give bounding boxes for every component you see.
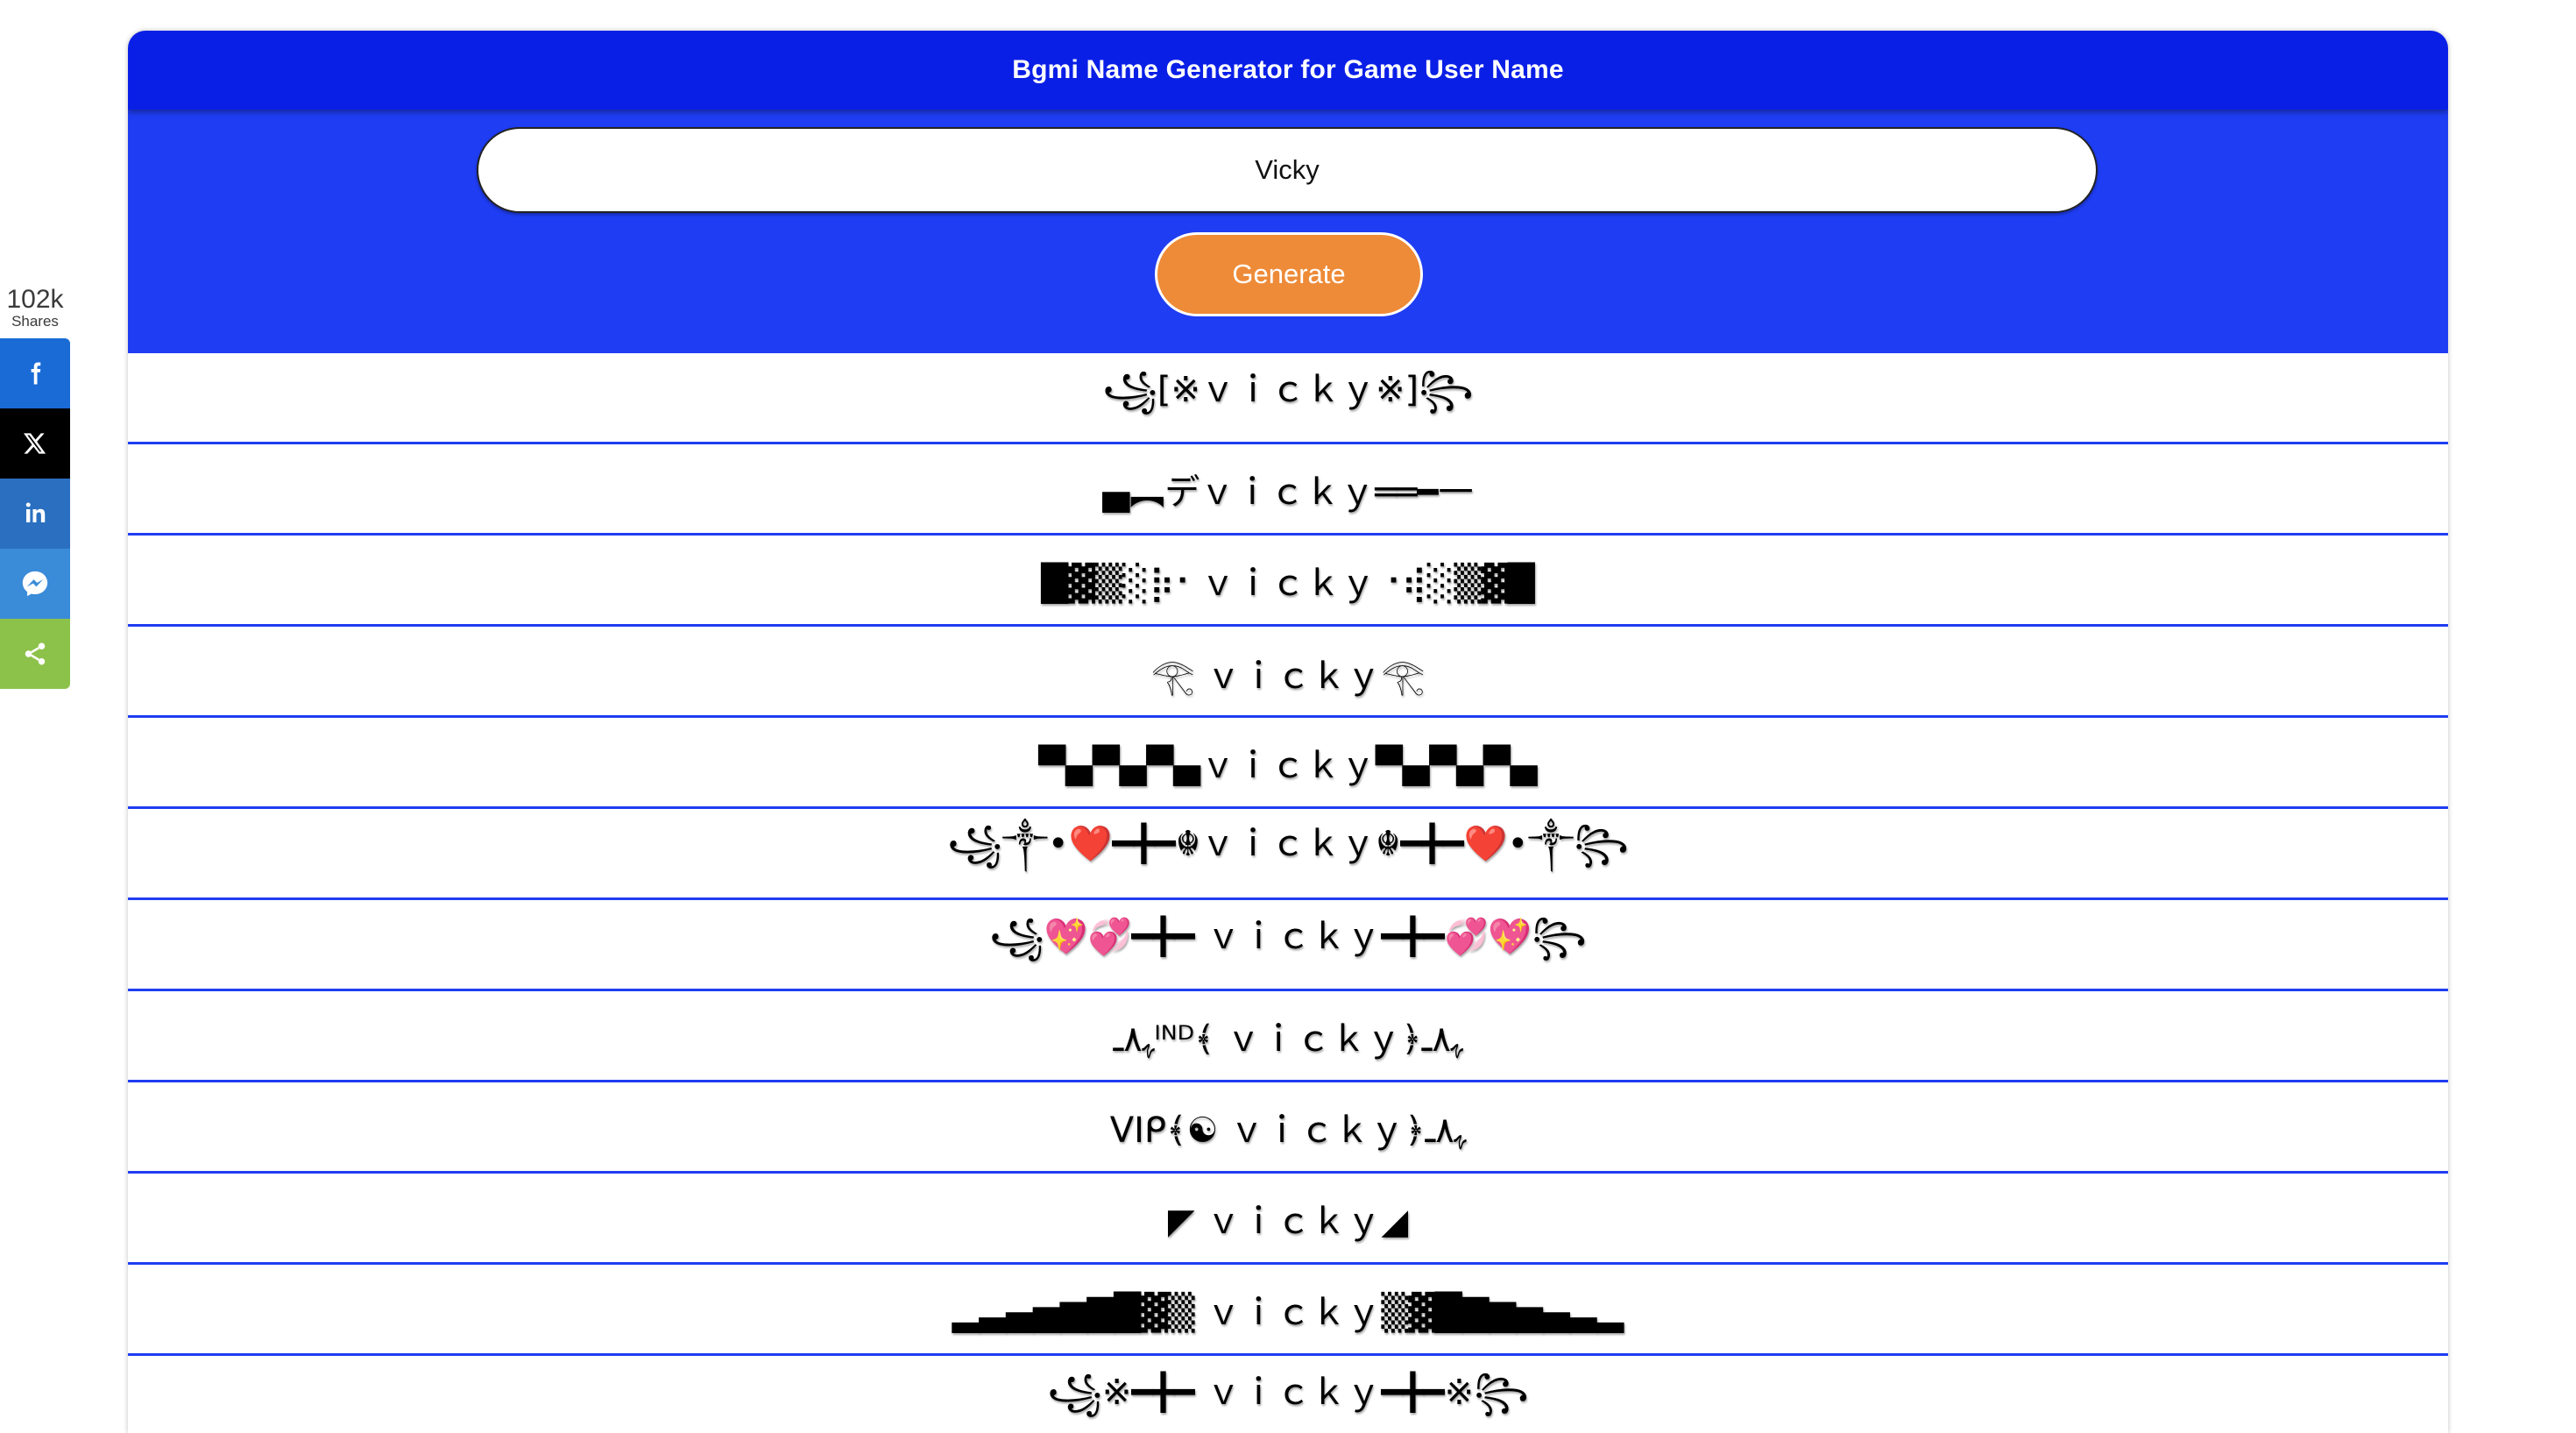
generator-form: Generate [128, 110, 2448, 353]
result-name[interactable]: ꧁※━╋━ ｖｉｃｋｙ━╋━※꧂ [128, 1356, 2448, 1433]
result-name[interactable]: ꧁💖💞━╋━ ｖｉｃｋｙ━╋━💞💖꧂ [128, 900, 2448, 991]
sharethis-share-button[interactable] [0, 619, 70, 689]
share-count-number: 102k [6, 285, 64, 314]
share-bar: 102k Shares [0, 286, 70, 689]
share-count: 102k Shares [0, 286, 70, 330]
result-name[interactable]: ꧁[※ｖｉｃｋｙ※]꧂ [128, 353, 2448, 444]
page-title: Bgmi Name Generator for Game User Name [128, 31, 2448, 110]
result-name[interactable]: ꧁༒•❤️━╋━☬ｖｉｃｋｙ☬━╋━❤️•༒꧂ [128, 809, 2448, 900]
share-count-label: Shares [11, 313, 59, 330]
messenger-icon [22, 571, 48, 597]
generator-card: Bgmi Name Generator for Game User Name G… [128, 31, 2448, 1433]
result-name[interactable]: ◤ ｖｉｃｋｙ◢ [128, 1174, 2448, 1265]
share-icon [25, 642, 46, 665]
name-input[interactable] [477, 127, 2098, 213]
linkedin-icon [25, 502, 46, 522]
generate-button[interactable]: Generate [1155, 232, 1423, 316]
results-list: ꧁[※ｖｉｃｋｙ※]꧂ ▄︻デｖｉｃｋｙ══━一 █▓▒░⡷⠂ｖｉｃｋｙ⠐⢾░▒… [128, 353, 2448, 1433]
x-share-button[interactable] [0, 408, 70, 479]
result-name[interactable]: ▀▄▀▄▀▄ｖｉｃｋｙ▀▄▀▄▀▄ [128, 718, 2448, 809]
facebook-share-button[interactable] [0, 338, 70, 408]
messenger-share-button[interactable] [0, 549, 70, 619]
result-name[interactable]: ▂▃▄▅▆▇█▓▒ ｖｉｃｋｙ▒▓█▇▆▅▄▃▂ [128, 1265, 2448, 1356]
x-icon [24, 433, 46, 454]
linkedin-share-button[interactable] [0, 479, 70, 549]
facebook-icon [31, 362, 41, 385]
result-name[interactable]: ▄︻デｖｉｃｋｙ══━一 [128, 444, 2448, 536]
result-name[interactable]: █▓▒░⡷⠂ｖｉｃｋｙ⠐⢾░▒▓█ [128, 536, 2448, 627]
result-name[interactable]: 𓂀 ｖｉｃｋｙ𓂀 [128, 627, 2448, 718]
result-name[interactable]: ﮩ٨ـᴵᴺᴰ﴾ ｖｉｃｋｙ﴿ﮩ٨ـ [128, 991, 2448, 1082]
result-name[interactable]: ᐯIᑭ﴾☯ ｖｉｃｋｙ﴿ﮩ٨ـ [128, 1082, 2448, 1174]
